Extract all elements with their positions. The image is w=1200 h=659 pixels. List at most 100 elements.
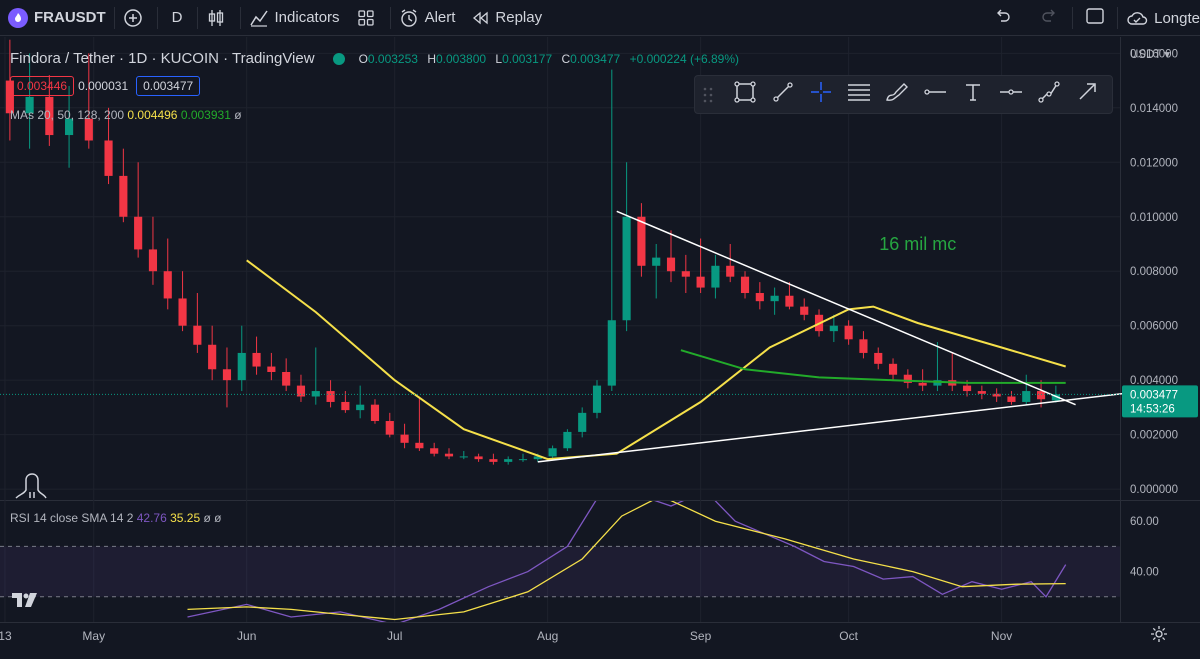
candles-icon (206, 8, 226, 28)
undo-button[interactable] (980, 0, 1026, 36)
layout-button[interactable] (1073, 0, 1117, 36)
price-tick-label: 0.006000 (1130, 321, 1178, 333)
compare-button[interactable] (115, 0, 157, 36)
price-tick-label: 0.004000 (1130, 375, 1178, 387)
rsi-value: 42.76 (136, 511, 167, 525)
layout-name-label: Longte (1154, 9, 1200, 27)
horizontal-line-icon (998, 80, 1024, 109)
candle-body (696, 276, 705, 288)
dino-icon (14, 472, 48, 505)
alert-button[interactable]: Alert (391, 0, 464, 36)
market-open-icon (332, 52, 345, 65)
fib-tool[interactable] (841, 77, 877, 113)
time-tick-label: 13 (0, 629, 12, 643)
chart-title[interactable]: Findora / Tether · 1D · KUCOIN · Trading… (10, 50, 315, 67)
drag-handle-icon[interactable] (701, 85, 715, 105)
countdown-label: 14:53:26 (1130, 403, 1175, 415)
candle-body (178, 298, 187, 326)
replay-label: Replay (495, 9, 543, 26)
save-layout-button[interactable]: Longte (1118, 0, 1200, 36)
interval-button[interactable]: D (158, 0, 197, 36)
chart-type-button[interactable] (198, 0, 240, 36)
time-tick-label: Sep (690, 629, 712, 643)
rectangle-tool[interactable] (727, 77, 763, 113)
candle-body (193, 325, 202, 345)
buy-sell-panel: 0.003446 0.000031 0.003477 (10, 76, 201, 96)
candle-body (489, 459, 498, 462)
symbol-search-button[interactable]: FRAUSDT (0, 0, 114, 36)
candle-body (163, 271, 172, 299)
candle-body (785, 295, 794, 307)
annotation-text: 16 mil mc (879, 234, 956, 254)
top-toolbar: FRAUSDT D Indicators Alert Replay Longte (0, 0, 1200, 36)
price-tick-label: 0.010000 (1130, 212, 1178, 224)
symbol-label: FRAUSDT (34, 9, 106, 26)
cloud-icon (1126, 9, 1148, 27)
candle-body (977, 391, 986, 394)
text-icon (961, 80, 985, 109)
candle-body (504, 459, 513, 462)
alert-label: Alert (424, 9, 456, 26)
candle-body (607, 320, 616, 386)
time-tick-label: Jul (387, 629, 402, 643)
tradingview-logo-icon[interactable] (10, 590, 40, 615)
path-tool[interactable] (1031, 77, 1067, 113)
time-tick-label: Aug (537, 629, 558, 643)
text-tool[interactable] (955, 77, 991, 113)
rsi-sma-value: 35.25 (170, 511, 201, 525)
candle-body (341, 401, 350, 411)
ma-legend[interactable]: MAs 20, 50, 128, 200 0.004496 0.003931 ø (10, 108, 242, 122)
close-value: 0.003477 (570, 51, 621, 66)
candle-body (592, 385, 602, 413)
rectangle-icon (733, 80, 757, 109)
candle-body (444, 453, 454, 457)
candle-body (356, 404, 365, 411)
gear-icon[interactable] (1150, 625, 1168, 648)
open-value: 0.003253 (367, 51, 418, 66)
rsi-tick-label: 60.00 (1130, 516, 1159, 528)
candle-body (430, 448, 439, 454)
layout-icon (1085, 6, 1105, 30)
interval-label: D (171, 9, 183, 26)
horizontal-line-tool[interactable] (993, 77, 1029, 113)
ma-value-green: 0.003931 (180, 108, 231, 122)
candle-body (859, 339, 868, 353)
sell-price-button[interactable]: 0.003446 (10, 76, 75, 96)
candle-body (208, 344, 217, 370)
candle-body (637, 216, 646, 266)
brush-tool[interactable] (879, 77, 915, 113)
open-label: O (358, 51, 368, 66)
horizontal-ray-icon (922, 80, 948, 109)
fib-retracement-icon (846, 80, 872, 109)
replay-button[interactable]: Replay (463, 0, 550, 36)
price-tick-label: 0.012000 (1130, 157, 1178, 169)
rsi-legend[interactable]: RSI 14 close SMA 14 2 42.76 35.25 ø ø (10, 511, 222, 525)
horizontal-ray-tool[interactable] (917, 77, 953, 113)
chart-canvas[interactable]: 0.000000 0.002000 0.004000 0.006000 0.008000… (0, 37, 1200, 659)
candle-body (962, 385, 972, 392)
fire-icon (8, 7, 28, 28)
candle-body (711, 265, 720, 288)
candle-body (1022, 391, 1031, 402)
crosshair-tool[interactable] (803, 77, 839, 113)
candle-body (652, 257, 661, 266)
alarm-icon (399, 8, 419, 28)
rsi-band-fill (0, 546, 1120, 597)
ma-label: MAs 20, 50, 128, 200 (10, 108, 125, 122)
indicators-button[interactable]: Indicators (241, 0, 348, 36)
ma-value-yellow: 0.004496 (127, 108, 178, 122)
candle-body (1036, 391, 1046, 400)
redo-button[interactable] (1026, 0, 1072, 36)
candle-body (222, 369, 232, 381)
price-tick-label: 0.000000 (1130, 484, 1178, 496)
candle-body (666, 257, 676, 272)
buy-price-button[interactable]: 0.003477 (136, 76, 201, 96)
currency-label: USDT ▾ (1130, 49, 1170, 61)
arrow-tool[interactable] (1069, 77, 1105, 113)
price-tick-label: 0.002000 (1130, 430, 1178, 442)
candle-body (474, 456, 483, 460)
templates-button[interactable] (348, 0, 390, 36)
plus-circle-icon (123, 8, 143, 28)
time-tick-label: May (82, 629, 105, 643)
trendline-tool[interactable] (765, 77, 801, 113)
